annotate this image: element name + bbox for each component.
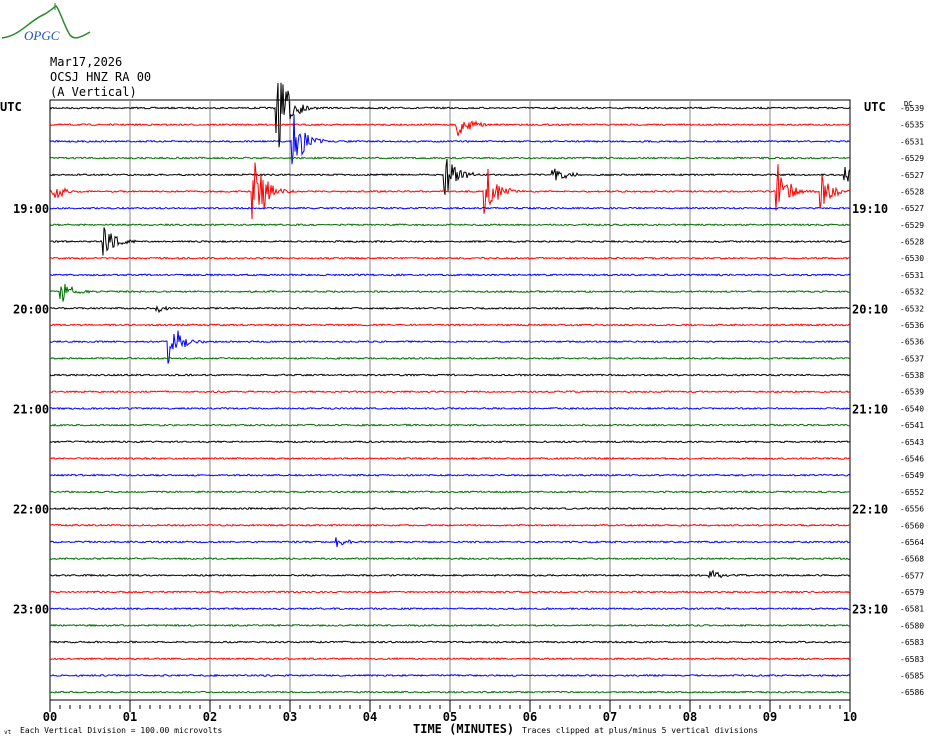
- dc-offset-label: -6581: [900, 605, 924, 614]
- x-tick-label: 04: [363, 710, 377, 724]
- header-component: (A Vertical): [50, 85, 137, 99]
- dc-offset-label: -6586: [900, 688, 924, 697]
- dc-offset-label: -6531: [900, 271, 924, 280]
- x-tick-label: 01: [123, 710, 137, 724]
- dc-offset-label: -6541: [900, 421, 924, 430]
- dc-offset-label: -6556: [900, 505, 924, 514]
- dc-offset-label: -6585: [900, 671, 924, 680]
- dc-offset-label: -6531: [900, 137, 924, 146]
- dc-offset-label: -6535: [900, 121, 924, 130]
- dc-offset-label: -6564: [900, 538, 924, 547]
- right-time-label: 23:10: [852, 603, 888, 617]
- dc-offset-label: -6537: [900, 354, 924, 363]
- dc-offset-label: -6529: [900, 221, 924, 230]
- right-time-label: 22:10: [852, 503, 888, 517]
- dc-offset-label: -6538: [900, 371, 924, 380]
- dc-offset-label: -6543: [900, 438, 924, 447]
- dc-offset-label: -6536: [900, 321, 924, 330]
- left-time-label: 19:00: [13, 202, 49, 216]
- dc-offset-label: -6529: [900, 154, 924, 163]
- dc-offset-label: -6583: [900, 638, 924, 647]
- header-station: OCSJ HNZ RA 00: [50, 70, 151, 84]
- corner-mark: vt: [4, 729, 12, 736]
- dc-offset-label: -6539: [900, 104, 924, 113]
- helicorder-chart: OPGC Mar17,2026 OCSJ HNZ RA 00 (A Vertic…: [0, 3, 924, 736]
- dc-offset-label: -6580: [900, 621, 924, 630]
- dc-offset-label: -6549: [900, 471, 924, 480]
- x-tick-label: 02: [203, 710, 217, 724]
- x-tick-label: 06: [523, 710, 537, 724]
- x-tick-label: 08: [683, 710, 697, 724]
- dc-offset-label: -6536: [900, 338, 924, 347]
- dc-offset-label: -6527: [900, 171, 924, 180]
- left-time-label: 20:00: [13, 302, 49, 316]
- left-time-label: 23:00: [13, 603, 49, 617]
- logo-text: OPGC: [24, 28, 60, 43]
- scale-note: Each Vertical Division = 100.00 microvol…: [20, 726, 222, 735]
- dc-offset-label: -6546: [900, 454, 924, 463]
- right-time-label: 21:10: [852, 402, 888, 416]
- x-tick-label: 00: [43, 710, 57, 724]
- x-tick-label: 03: [283, 710, 297, 724]
- dc-offset-label: -6560: [900, 521, 924, 530]
- dc-offset-label: -6577: [900, 571, 924, 580]
- dc-offset-label: -6532: [900, 304, 924, 313]
- right-time-label: 19:10: [852, 202, 888, 216]
- dc-offset-label: -6539: [900, 388, 924, 397]
- right-time-label: 20:10: [852, 302, 888, 316]
- dc-offset-label: -6528: [900, 187, 924, 196]
- clip-note: Traces clipped at plus/minus 5 vertical …: [522, 726, 758, 735]
- dc-offset-label: -6579: [900, 588, 924, 597]
- dc-offset-label: -6568: [900, 555, 924, 564]
- x-tick-label: 07: [603, 710, 617, 724]
- left-time-label: 22:00: [13, 503, 49, 517]
- dc-offset-label: -6540: [900, 404, 924, 413]
- left-time-label: 21:00: [13, 402, 49, 416]
- dc-offset-label: -6527: [900, 204, 924, 213]
- dc-offset-label: -6552: [900, 488, 924, 497]
- left-utc-label: UTC: [0, 100, 22, 114]
- x-axis-title: TIME (MINUTES): [413, 722, 514, 736]
- dc-offset-label: -6532: [900, 288, 924, 297]
- dc-offset-label: -6583: [900, 655, 924, 664]
- header-date: Mar17,2026: [50, 55, 122, 69]
- dc-offset-label: -6528: [900, 238, 924, 247]
- x-tick-label: 09: [763, 710, 777, 724]
- x-tick-label: 10: [843, 710, 857, 724]
- opgc-logo: OPGC: [1, 3, 91, 43]
- right-utc-label: UTC: [864, 100, 886, 114]
- dc-offset-label: -6530: [900, 254, 924, 263]
